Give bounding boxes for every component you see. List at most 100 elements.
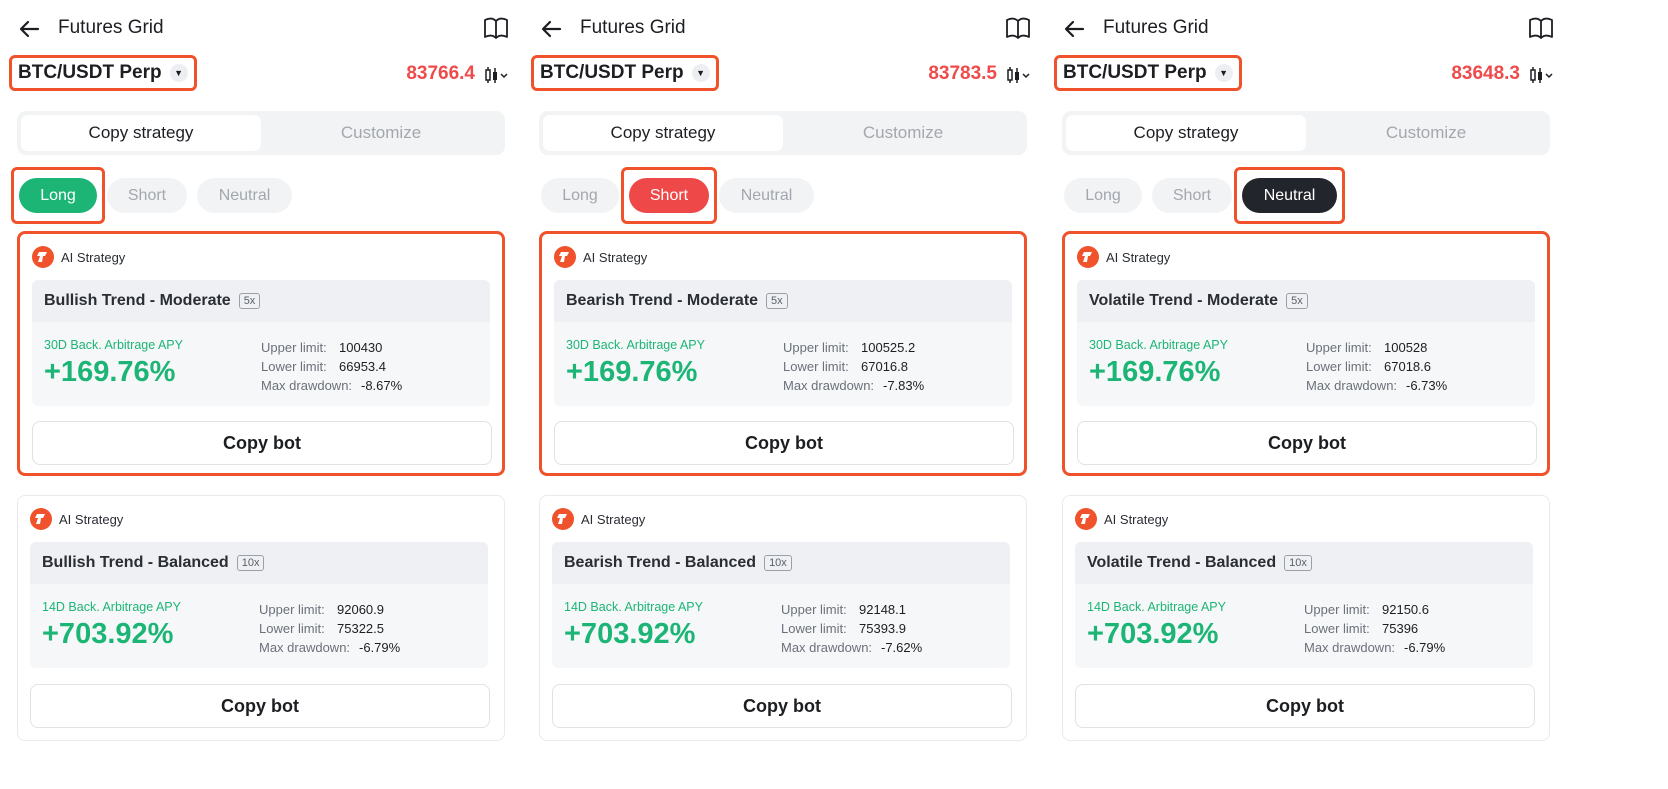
book-icon[interactable]	[482, 14, 510, 42]
strategy-title: Bullish Trend - Moderate	[44, 292, 231, 309]
tab-copy-strategy[interactable]: Copy strategy	[1066, 115, 1306, 151]
lower-limit-label: Lower limit:	[1306, 359, 1372, 374]
strategy-details: Bullish Trend - Moderate 5x 30D Back. Ar…	[32, 280, 490, 406]
leverage-badge: 10x	[1284, 555, 1312, 571]
leverage-badge: 5x	[238, 293, 261, 309]
max-drawdown-value: -6.79%	[359, 640, 401, 655]
mode-tabs: Copy strategy Customize	[539, 111, 1027, 155]
apy-value: +169.76%	[44, 356, 176, 388]
app-panel: Futures Grid BTC/USDT Perp ▼ 83783.5 Copy…	[522, 0, 1044, 789]
page-title: Futures Grid	[58, 17, 164, 38]
tab-customize[interactable]: Customize	[261, 115, 501, 151]
direction-long-button[interactable]: Long	[541, 178, 619, 213]
candlestick-chart-icon[interactable]	[1529, 64, 1555, 86]
apy-value: +703.92%	[1087, 618, 1219, 650]
strategy-title-bar: Volatile Trend - Moderate 5x	[1077, 280, 1535, 322]
caret-down-icon: ▼	[169, 64, 188, 82]
lower-limit-label: Lower limit:	[781, 621, 847, 636]
strategy-card: AI Strategy Volatile Trend - Moderate 5x…	[1062, 231, 1550, 476]
direction-neutral-button[interactable]: Neutral	[719, 178, 814, 213]
ai-strategy-label: AI Strategy	[59, 511, 124, 527]
last-price: 83648.3	[1451, 63, 1520, 84]
direction-short-button[interactable]: Short	[1152, 178, 1232, 213]
upper-limit-label: Upper limit:	[1304, 602, 1370, 617]
back-arrow-icon[interactable]	[1059, 14, 1089, 44]
ai-strategy-label: AI Strategy	[583, 249, 648, 265]
ai-strategy-icon	[1077, 246, 1099, 268]
app-panel: Futures Grid BTC/USDT Perp ▼ 83766.4 Copy…	[0, 0, 522, 789]
card-header: AI Strategy	[30, 508, 123, 530]
max-drawdown-value: -7.62%	[881, 640, 923, 655]
candlestick-chart-icon[interactable]	[1006, 64, 1032, 86]
apy-value: +703.92%	[564, 618, 696, 650]
ai-strategy-icon	[554, 246, 576, 268]
lower-limit-value: 67018.6	[1384, 359, 1431, 374]
strategy-details: Volatile Trend - Balanced 10x 14D Back. …	[1075, 542, 1533, 668]
apy-label: 30D Back. Arbitrage APY	[44, 338, 183, 352]
pair-selector[interactable]: BTC/USDT Perp ▼	[531, 55, 719, 91]
lower-limit-label: Lower limit:	[1304, 621, 1370, 636]
copy-bot-button[interactable]: Copy bot	[32, 421, 492, 465]
lower-limit-value: 75322.5	[337, 621, 384, 636]
direction-short-button[interactable]: Short	[107, 178, 187, 213]
book-icon[interactable]	[1004, 14, 1032, 42]
copy-bot-button[interactable]: Copy bot	[1077, 421, 1537, 465]
strategy-details: Bullish Trend - Balanced 10x 14D Back. A…	[30, 542, 488, 668]
page-title: Futures Grid	[1103, 17, 1209, 38]
direction-highlight	[11, 167, 105, 224]
upper-limit-label: Upper limit:	[781, 602, 847, 617]
max-drawdown-label: Max drawdown:	[781, 640, 873, 655]
direction-neutral-button[interactable]: Neutral	[197, 178, 292, 213]
book-icon[interactable]	[1527, 14, 1555, 42]
tab-customize[interactable]: Customize	[783, 115, 1023, 151]
max-drawdown-value: -6.79%	[1404, 640, 1446, 655]
leverage-badge: 10x	[764, 555, 792, 571]
ai-strategy-label: AI Strategy	[1104, 511, 1169, 527]
copy-bot-button[interactable]: Copy bot	[1075, 684, 1535, 728]
pair-selector[interactable]: BTC/USDT Perp ▼	[9, 55, 197, 91]
upper-limit-label: Upper limit:	[259, 602, 325, 617]
strategy-title: Bearish Trend - Moderate	[566, 292, 759, 309]
strategy-card: AI Strategy Bearish Trend - Balanced 10x…	[539, 495, 1027, 741]
apy-label: 30D Back. Arbitrage APY	[1089, 338, 1228, 352]
lower-limit-value: 67016.8	[861, 359, 908, 374]
strategy-title: Bullish Trend - Balanced	[42, 554, 229, 571]
limits-list: Upper limit: 92148.1 Lower limit: 75393.9 …	[781, 600, 922, 657]
upper-limit-label: Upper limit:	[1306, 340, 1372, 355]
copy-bot-button[interactable]: Copy bot	[30, 684, 490, 728]
copy-bot-button[interactable]: Copy bot	[554, 421, 1014, 465]
tab-copy-strategy[interactable]: Copy strategy	[21, 115, 261, 151]
tab-copy-strategy[interactable]: Copy strategy	[543, 115, 783, 151]
max-drawdown-value: -7.83%	[883, 378, 925, 393]
upper-limit-label: Upper limit:	[261, 340, 327, 355]
max-drawdown-value: -8.67%	[361, 378, 403, 393]
pair-selector[interactable]: BTC/USDT Perp ▼	[1054, 55, 1242, 91]
strategy-title-bar: Volatile Trend - Balanced 10x	[1075, 542, 1533, 584]
caret-down-icon: ▼	[691, 64, 710, 82]
back-arrow-icon[interactable]	[14, 14, 44, 44]
apy-label: 14D Back. Arbitrage APY	[1087, 600, 1226, 614]
limits-list: Upper limit: 100528 Lower limit: 67018.6 M…	[1306, 338, 1447, 395]
candlestick-chart-icon[interactable]	[484, 64, 510, 86]
strategy-title-bar: Bullish Trend - Moderate 5x	[32, 280, 490, 322]
strategy-title: Volatile Trend - Moderate	[1089, 292, 1279, 309]
back-arrow-icon[interactable]	[536, 14, 566, 44]
max-drawdown-label: Max drawdown:	[1306, 378, 1398, 393]
mode-tabs: Copy strategy Customize	[17, 111, 505, 155]
ai-strategy-label: AI Strategy	[1106, 249, 1171, 265]
copy-bot-button[interactable]: Copy bot	[552, 684, 1012, 728]
leverage-badge: 5x	[1286, 293, 1308, 309]
ai-strategy-icon	[32, 246, 54, 268]
strategy-card: AI Strategy Volatile Trend - Balanced 10…	[1062, 495, 1550, 741]
direction-long-button[interactable]: Long	[1064, 178, 1142, 213]
lower-limit-value: 75396	[1382, 621, 1419, 636]
caret-down-icon: ▼	[1214, 64, 1233, 82]
strategy-title-bar: Bearish Trend - Moderate 5x	[554, 280, 1012, 322]
apy-value: +169.76%	[1089, 356, 1221, 388]
tab-customize[interactable]: Customize	[1306, 115, 1546, 151]
strategy-title: Bearish Trend - Balanced	[564, 554, 757, 571]
lower-limit-label: Lower limit:	[261, 359, 327, 374]
ai-strategy-icon	[1075, 508, 1097, 530]
page-title: Futures Grid	[580, 17, 686, 38]
strategy-title: Volatile Trend - Balanced	[1087, 554, 1277, 571]
